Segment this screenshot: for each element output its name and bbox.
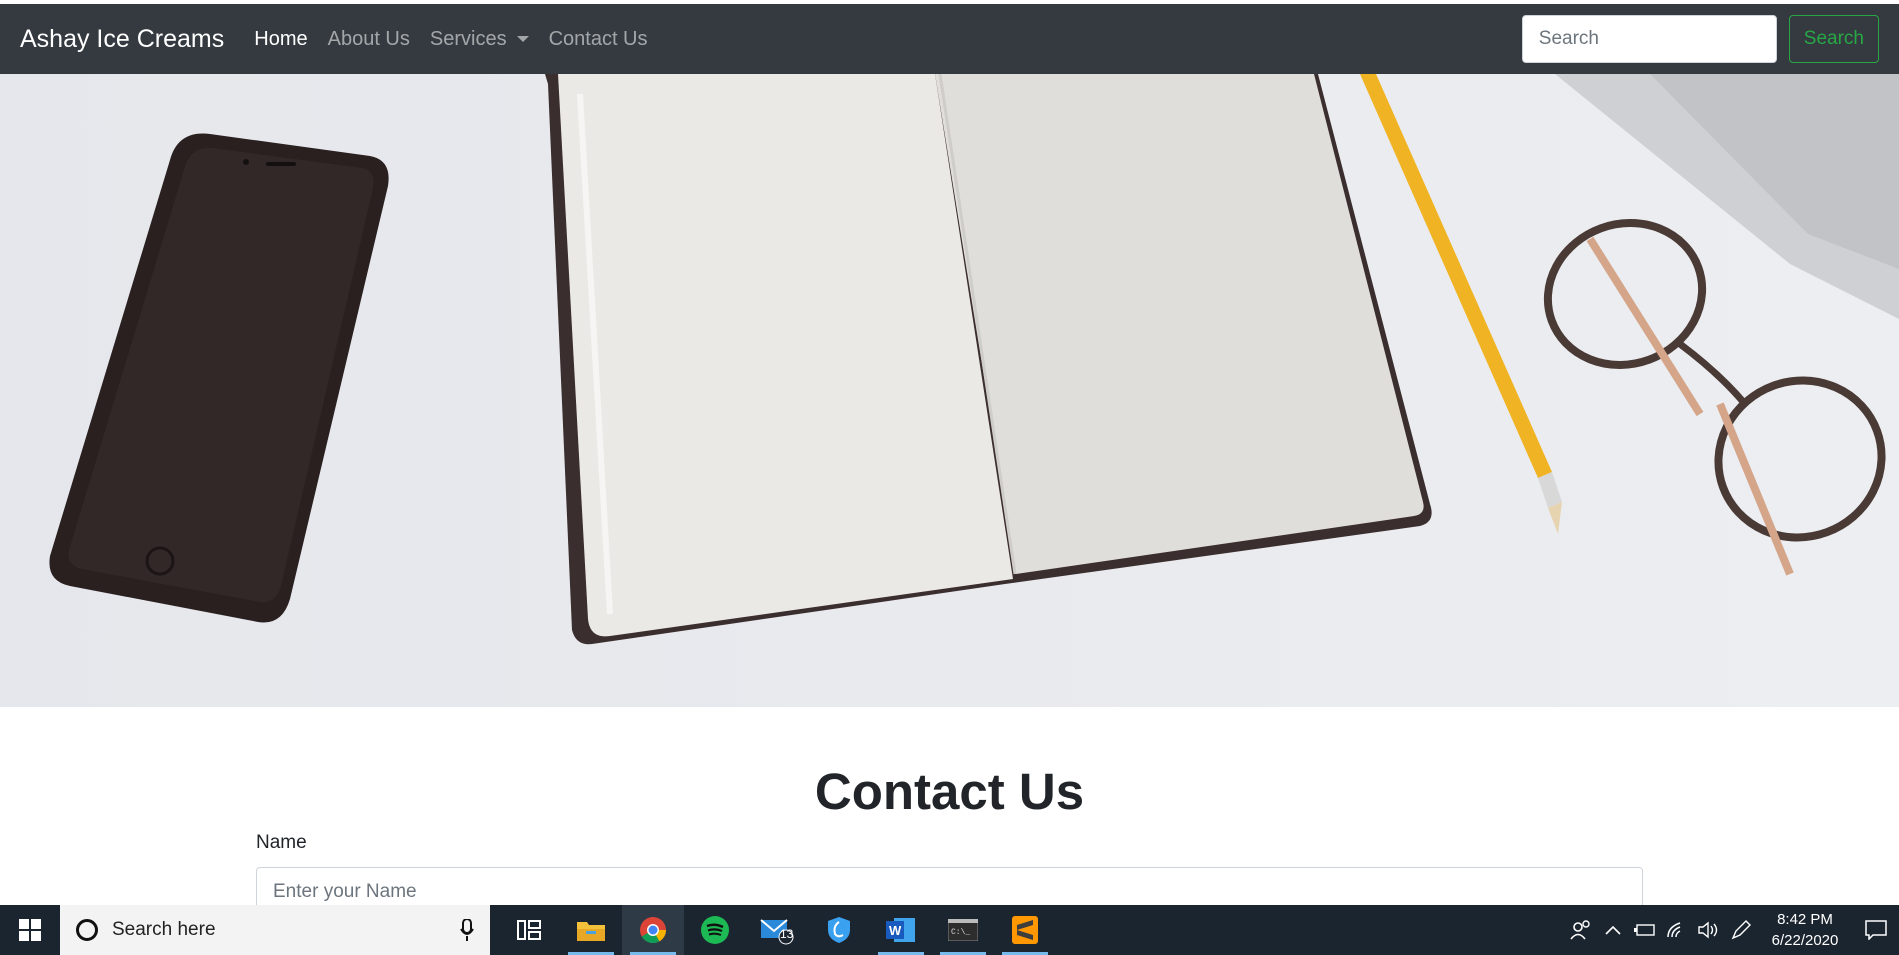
clock-date: 6/22/2020 xyxy=(1771,932,1839,949)
cortana-icon xyxy=(76,919,98,941)
hero-image xyxy=(0,74,1899,707)
nav-link-contact[interactable]: Contact Us xyxy=(549,28,648,51)
chrome-icon[interactable] xyxy=(622,905,684,955)
mail-icon[interactable]: 13 xyxy=(746,905,808,955)
word-icon[interactable]: W xyxy=(870,905,932,955)
people-icon[interactable] xyxy=(1565,905,1597,955)
nav-link-services-label: Services xyxy=(429,27,507,50)
system-tray: 8:42 PM 6/22/2020 xyxy=(1565,905,1899,955)
taskbar-search-box[interactable]: Search here xyxy=(60,905,490,955)
terminal-icon[interactable]: C:\_ xyxy=(932,905,994,955)
chevron-up-icon[interactable] xyxy=(1597,905,1629,955)
nav-link-about[interactable]: About Us xyxy=(328,28,410,51)
spotify-icon[interactable] xyxy=(684,905,746,955)
contact-section: Contact Us Name xyxy=(0,707,1899,917)
taskbar: Search here 13 W C:\_ 8:42 PM 6/22/2020 xyxy=(0,905,1899,955)
nav-link-home[interactable]: Home xyxy=(254,28,307,51)
volume-icon[interactable] xyxy=(1693,905,1725,955)
svg-text:W: W xyxy=(889,923,902,938)
taskbar-search-label: Search here xyxy=(112,919,216,940)
name-label: Name xyxy=(256,832,307,853)
microphone-icon[interactable] xyxy=(460,919,474,941)
clock-time: 8:42 PM xyxy=(1777,911,1833,928)
taskbar-clock[interactable]: 8:42 PM 6/22/2020 xyxy=(1765,909,1845,951)
windows-start-icon[interactable] xyxy=(0,905,60,955)
nav-link-services[interactable]: Services xyxy=(430,28,529,51)
taskbar-apps: 13 W C:\_ xyxy=(498,905,1056,955)
wifi-icon[interactable] xyxy=(1661,905,1693,955)
battery-icon[interactable] xyxy=(1629,905,1661,955)
navbar: Ashay Ice Creams Home About Us Services … xyxy=(0,4,1899,74)
page-title: Contact Us xyxy=(814,763,1085,820)
page: Ashay Ice Creams Home About Us Services … xyxy=(0,0,1899,955)
task-view-icon[interactable] xyxy=(498,905,560,955)
navbar-search-form: Search xyxy=(1521,15,1879,63)
navbar-brand[interactable]: Ashay Ice Creams xyxy=(20,25,224,54)
mail-badge: 13 xyxy=(780,927,794,941)
navbar-search-input[interactable] xyxy=(1521,15,1777,63)
shield-icon[interactable] xyxy=(808,905,870,955)
navbar-search-button[interactable]: Search xyxy=(1788,15,1879,63)
svg-text:C:\_: C:\_ xyxy=(951,928,970,937)
caret-down-icon xyxy=(516,36,529,42)
pen-icon[interactable] xyxy=(1725,905,1757,955)
hero-desk-illustration xyxy=(0,74,1899,707)
sublime-text-icon[interactable] xyxy=(994,905,1056,955)
file-explorer-icon[interactable] xyxy=(560,905,622,955)
notification-icon[interactable] xyxy=(1853,905,1899,955)
